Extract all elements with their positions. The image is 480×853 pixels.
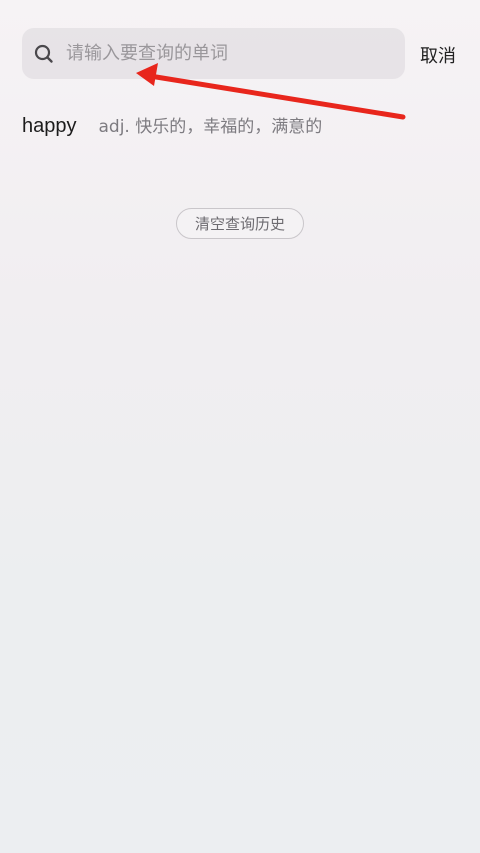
cancel-button[interactable]: 取消 bbox=[420, 42, 456, 68]
history-word: happy bbox=[22, 115, 77, 137]
history-list-item[interactable]: happy adj. 快乐的，幸福的，满意的 bbox=[22, 112, 462, 138]
search-bar[interactable] bbox=[22, 28, 405, 79]
clear-history-button[interactable]: 清空查询历史 bbox=[176, 208, 304, 239]
search-input[interactable] bbox=[66, 43, 386, 64]
search-icon bbox=[34, 44, 54, 64]
arrow-annotation-shaft bbox=[147, 73, 406, 120]
history-definition: adj. 快乐的，幸福的，满意的 bbox=[98, 117, 323, 137]
search-screen: 取消 happy adj. 快乐的，幸福的，满意的 清空查询历史 bbox=[0, 0, 480, 853]
